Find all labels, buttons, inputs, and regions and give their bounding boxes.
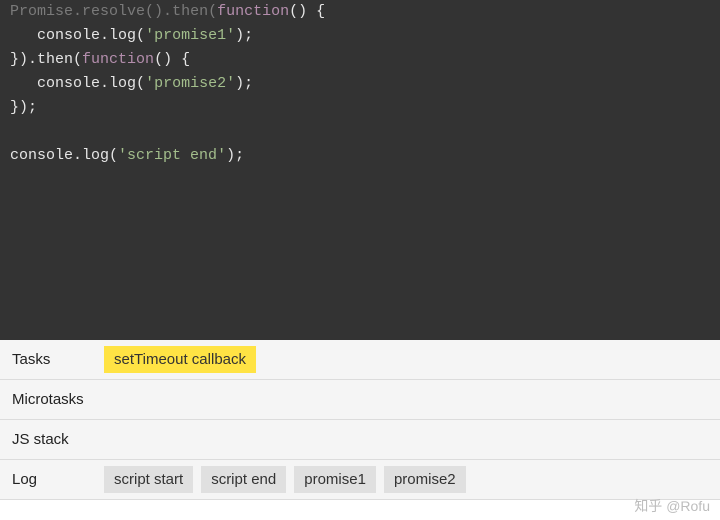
code-token: ( (136, 75, 145, 92)
log-row: Log script start script end promise1 promis… (0, 460, 720, 500)
code-token: 'script end' (118, 147, 226, 164)
code-token: () { (289, 3, 325, 20)
code-editor: Promise.resolve().then(function() { cons… (0, 0, 720, 340)
code-token: ( (73, 51, 82, 68)
microtasks-content (100, 394, 720, 406)
code-token: () { (154, 51, 190, 68)
code-token: ( (109, 147, 118, 164)
code-token: log (82, 147, 109, 164)
code-token: . (73, 3, 82, 20)
row-label: Microtasks (0, 381, 100, 418)
code-token: log (109, 75, 136, 92)
code-token: resolve (82, 3, 145, 20)
code-line (10, 120, 710, 144)
code-line: }); (10, 96, 710, 120)
code-token: function (217, 3, 289, 20)
code-token: ( (208, 3, 217, 20)
queue-item: promise1 (294, 466, 376, 493)
code-line: console.log('script end'); (10, 144, 710, 168)
code-token: ( (136, 27, 145, 44)
code-token: console. (10, 75, 109, 92)
tasks-content: setTimeout callback (100, 340, 720, 379)
code-token: }); (10, 99, 37, 116)
code-token: console. (10, 27, 109, 44)
code-token: function (82, 51, 154, 68)
log-content: script start script end promise1 promise2 (100, 460, 720, 499)
code-token: console. (10, 147, 82, 164)
row-label: JS stack (0, 421, 100, 458)
queue-item: setTimeout callback (104, 346, 256, 373)
jsstack-content (100, 434, 720, 446)
queue-item: script start (104, 466, 193, 493)
code-token: then (172, 3, 208, 20)
code-token: (). (145, 3, 172, 20)
code-token: }). (10, 51, 37, 68)
row-label: Tasks (0, 341, 100, 378)
code-line: Promise.resolve().then(function() { (10, 0, 710, 24)
code-line: console.log('promise1'); (10, 24, 710, 48)
code-token: ); (226, 147, 244, 164)
code-token: log (109, 27, 136, 44)
code-token: then (37, 51, 73, 68)
code-token: 'promise1' (145, 27, 235, 44)
code-line: console.log('promise2'); (10, 72, 710, 96)
jsstack-row: JS stack (0, 420, 720, 460)
code-token: ); (235, 27, 253, 44)
code-line: }).then(function() { (10, 48, 710, 72)
tasks-row: Tasks setTimeout callback (0, 340, 720, 380)
row-label: Log (0, 461, 100, 498)
code-token: ); (235, 75, 253, 92)
queue-item: promise2 (384, 466, 466, 493)
code-token: 'promise2' (145, 75, 235, 92)
microtasks-row: Microtasks (0, 380, 720, 420)
code-token: Promise (10, 3, 73, 20)
event-loop-table: Tasks setTimeout callback Microtasks JS … (0, 340, 720, 500)
queue-item: script end (201, 466, 286, 493)
